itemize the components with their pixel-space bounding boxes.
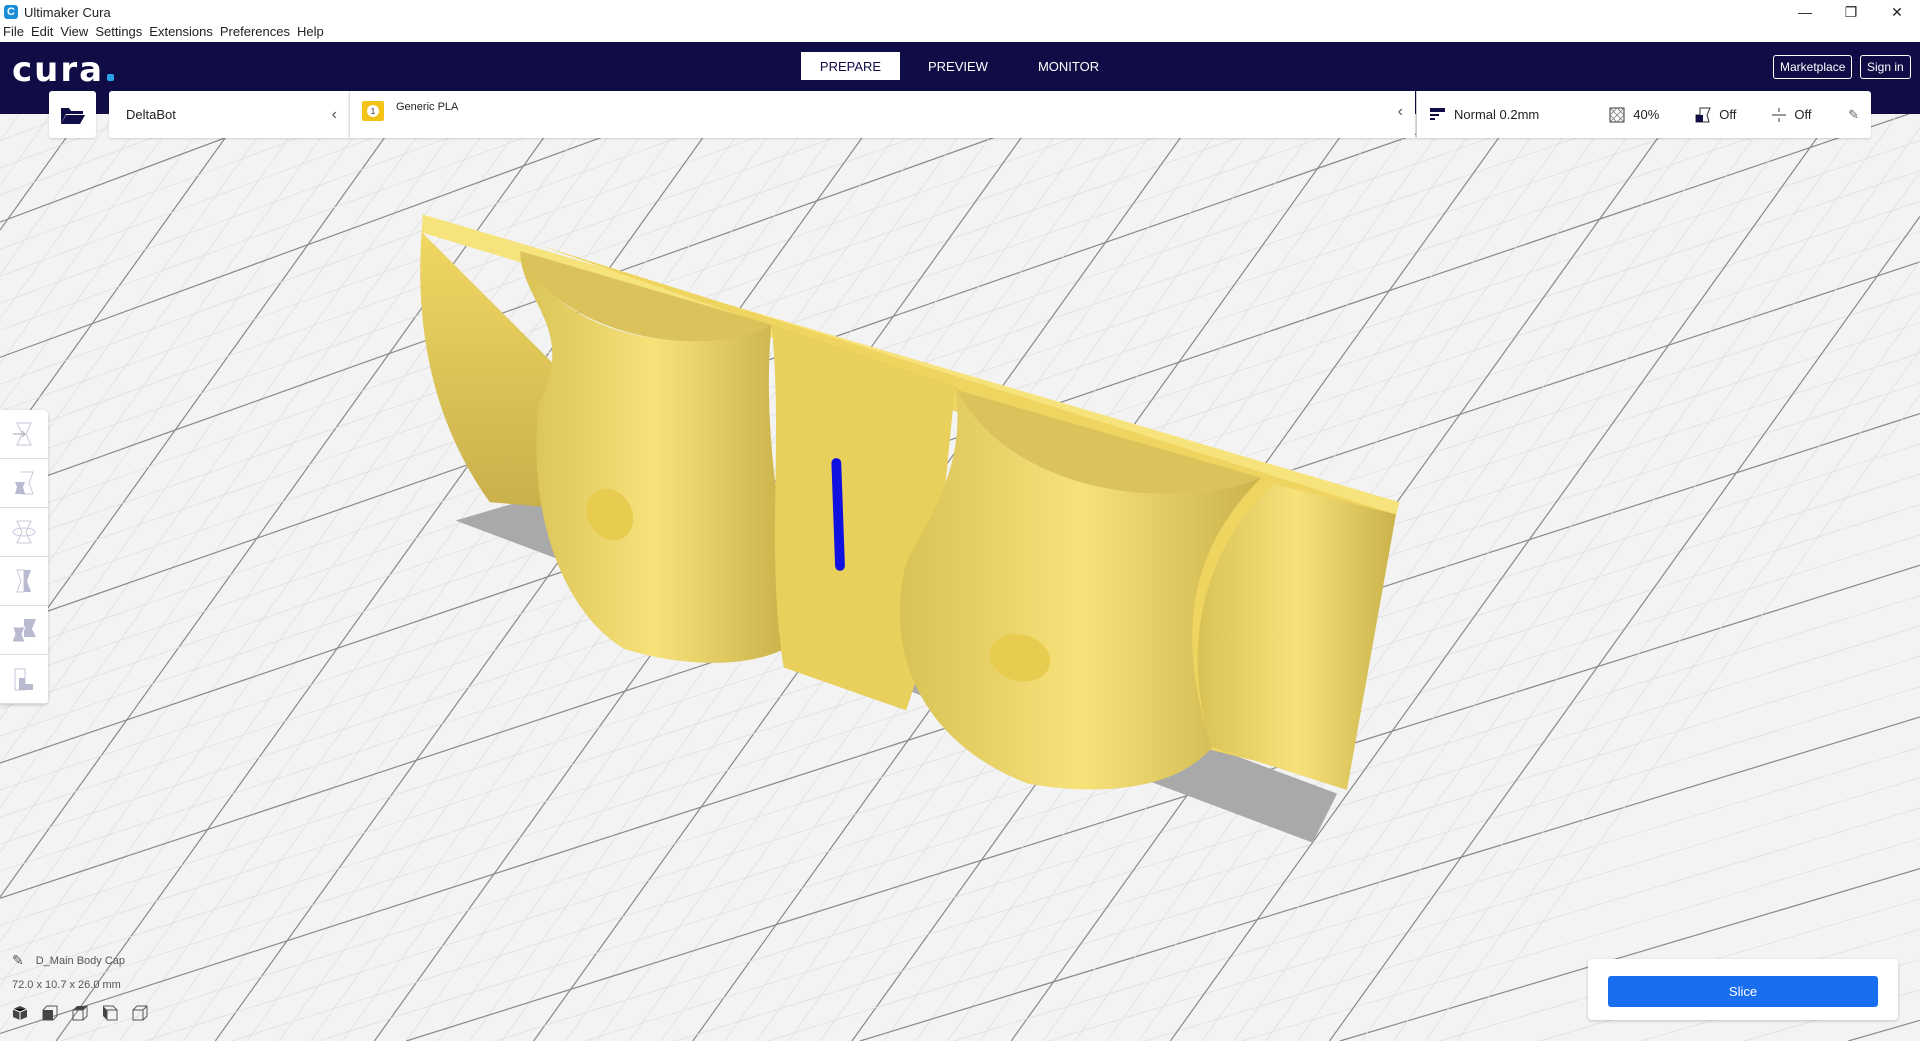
front-view-icon[interactable] — [42, 1005, 58, 1021]
chevron-left-icon: ‹ — [331, 105, 337, 123]
grid-line — [0, 114, 498, 809]
profile-icon — [1430, 107, 1446, 122]
grid-line — [0, 114, 116, 275]
menu-file[interactable]: File — [3, 24, 24, 42]
object-dimensions: 72.0 x 10.7 x 26.0 mm — [12, 979, 121, 991]
adhesion-value: Off — [1794, 107, 1812, 122]
tab-prepare[interactable]: PREPARE — [801, 52, 900, 80]
grid-line — [1456, 394, 1920, 1041]
menu-preferences[interactable]: Preferences — [220, 24, 290, 42]
rotate-icon — [12, 520, 36, 544]
restore-icon[interactable]: ❐ — [1828, 0, 1874, 24]
scale-icon — [15, 471, 34, 495]
grid-line — [1848, 1019, 1920, 1041]
grid-line — [0, 114, 243, 453]
mirror-icon — [16, 569, 31, 593]
pencil-icon[interactable]: ✎ — [1848, 107, 1859, 123]
scale-tool-button[interactable] — [0, 459, 48, 508]
window-title: Ultimaker Cura — [24, 4, 111, 20]
left-view-icon[interactable] — [102, 1005, 118, 1021]
per-model-settings-button[interactable] — [0, 606, 48, 655]
grid-line — [0, 114, 466, 764]
seam-line — [831, 458, 845, 571]
3d-model[interactable] — [420, 214, 1400, 790]
grid-line — [0, 114, 589, 331]
profile-label: Normal 0.2mm — [1454, 107, 1540, 122]
view-orientation-buttons — [12, 1005, 148, 1021]
rotate-tool-button[interactable] — [0, 508, 48, 557]
slice-panel: Slice — [1588, 959, 1898, 1020]
support-value: Off — [1719, 107, 1737, 122]
move-icon — [13, 422, 32, 446]
menu-view[interactable]: View — [60, 24, 88, 42]
material-name: Generic PLA — [396, 101, 459, 113]
menu-settings[interactable]: Settings — [95, 24, 142, 42]
adhesion-icon — [1772, 107, 1787, 123]
grid-line — [0, 114, 179, 364]
object-name: D_Main Body Cap — [35, 954, 126, 967]
title-bar: C Ultimaker Cura — ❐ ✕ — [0, 0, 1920, 24]
app-icon: C — [4, 5, 18, 19]
menu-extensions[interactable]: Extensions — [149, 24, 213, 42]
grid-line — [1424, 349, 1920, 1041]
tab-preview[interactable]: PREVIEW — [906, 52, 1010, 80]
marketplace-button[interactable]: Marketplace — [1773, 55, 1853, 79]
grid-line — [0, 114, 211, 409]
folder-icon — [60, 105, 86, 125]
support-icon — [1695, 107, 1712, 123]
move-tool-button[interactable] — [0, 410, 48, 459]
top-view-icon[interactable] — [72, 1005, 88, 1021]
open-file-button[interactable] — [49, 91, 96, 138]
grid-line — [0, 114, 402, 676]
3d-view-icon[interactable] — [12, 1005, 28, 1021]
grid-line — [0, 114, 625, 987]
pencil-icon[interactable]: ✎ — [12, 952, 24, 969]
cura-logo: cura — [12, 50, 115, 90]
infill-icon — [1609, 106, 1625, 123]
infill-value: 40% — [1633, 107, 1660, 122]
left-toolbar — [0, 410, 48, 704]
build-plate-viewport[interactable] — [0, 114, 1920, 1041]
print-settings-selector[interactable]: Normal 0.2mm 40% Off Off ✎ — [1416, 91, 1871, 138]
support-blocker-button[interactable] — [0, 655, 48, 704]
menu-help[interactable]: Help — [297, 24, 324, 42]
minimize-icon[interactable]: — — [1782, 0, 1828, 24]
object-info: ✎ D_Main Body Cap 72.0 x 10.7 x 26.0 mm — [12, 952, 148, 1021]
grid-line — [0, 114, 148, 320]
right-view-icon[interactable] — [132, 1005, 148, 1021]
grid-line — [1297, 171, 1920, 1041]
chevron-left-icon: ‹ — [1397, 103, 1403, 120]
sign-in-button[interactable]: Sign in — [1860, 55, 1911, 79]
mirror-tool-button[interactable] — [0, 557, 48, 606]
printer-selector[interactable]: DeltaBot ‹ — [109, 91, 349, 138]
menu-edit[interactable]: Edit — [31, 24, 53, 42]
grid-line — [1392, 305, 1920, 1041]
extruder-badge: 1 — [362, 101, 384, 121]
material-selector[interactable]: 1 Generic PLA ‹ — [349, 91, 1415, 138]
printer-name: DeltaBot — [126, 107, 176, 122]
per-model-settings-icon — [11, 619, 36, 643]
tab-monitor[interactable]: MONITOR — [1016, 52, 1121, 80]
slice-button[interactable]: Slice — [1608, 976, 1878, 1007]
support-blocker-icon — [14, 668, 33, 691]
close-icon[interactable]: ✕ — [1874, 0, 1920, 24]
menu-bar: File Edit View Settings Extensions Prefe… — [0, 24, 1920, 42]
